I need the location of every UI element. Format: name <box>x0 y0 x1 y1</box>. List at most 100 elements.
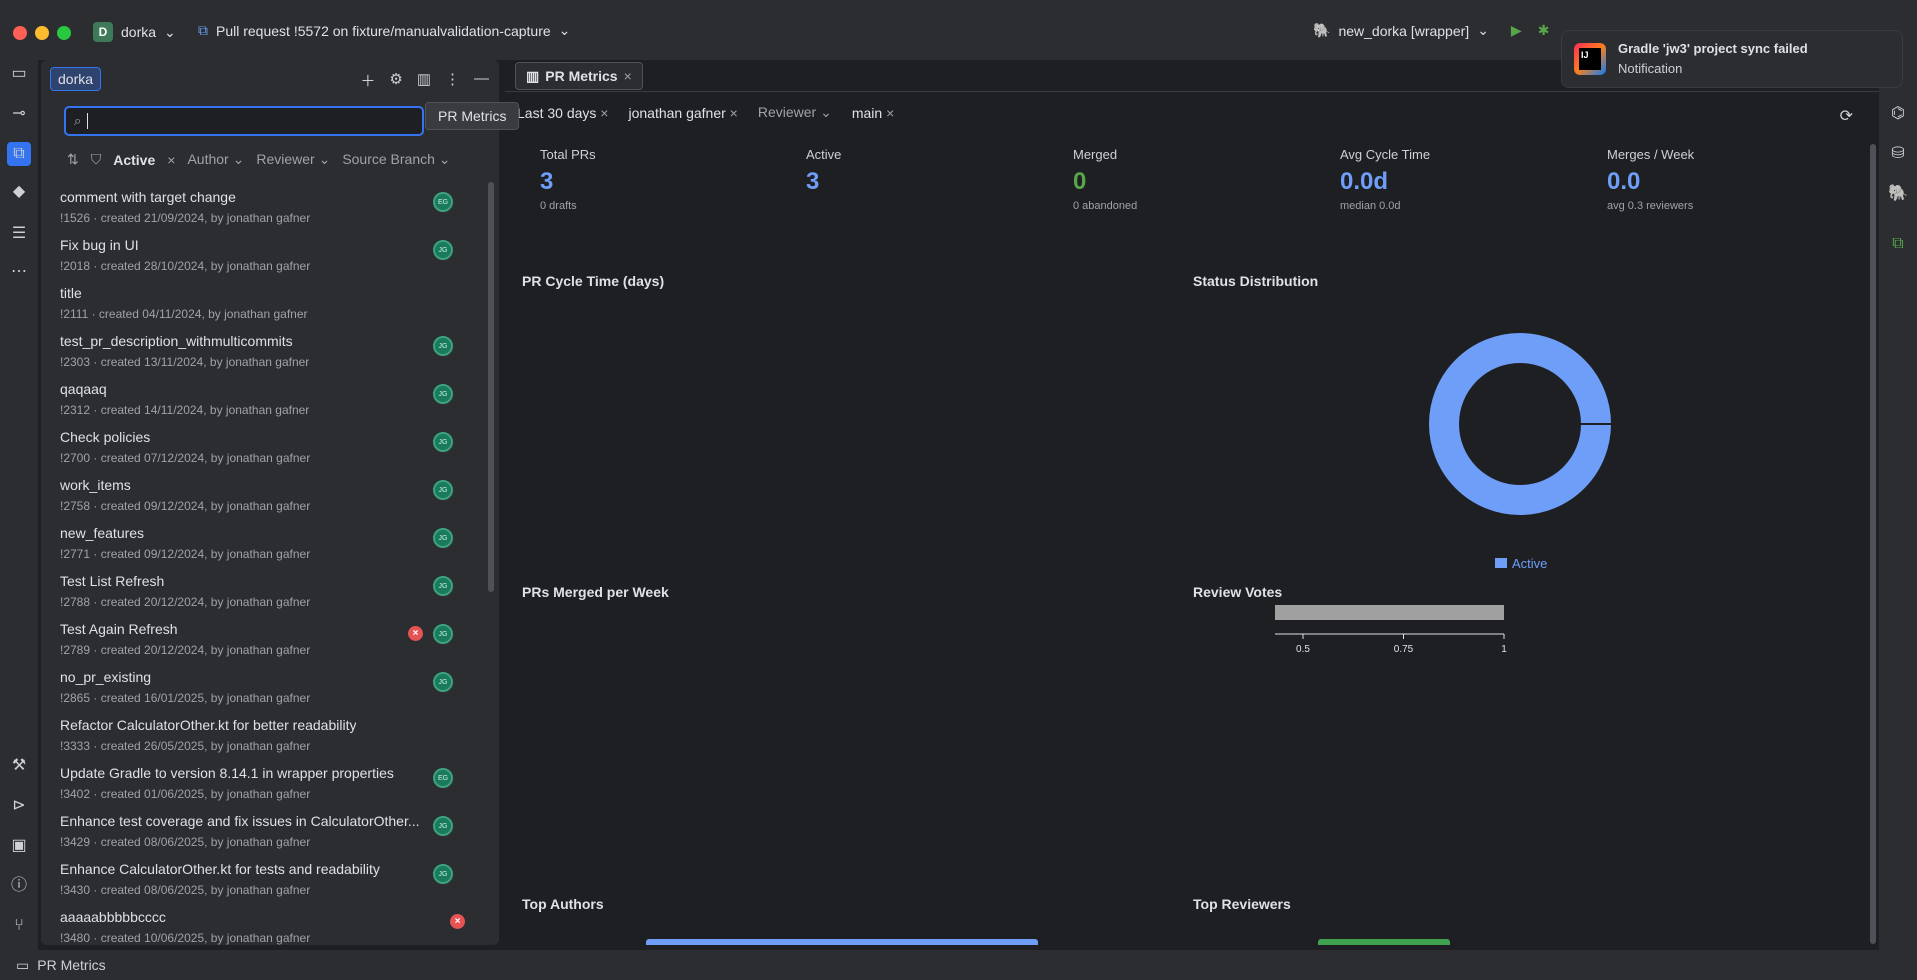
close-window-button[interactable] <box>13 26 27 40</box>
pull-request-item[interactable]: qaqaaq !2312 · created 14/11/2024, by jo… <box>41 376 481 424</box>
close-tab-icon[interactable]: × <box>624 68 632 84</box>
project-tag[interactable]: dorka <box>50 67 102 91</box>
filter-source-branch[interactable]: Source Branch ⌄ <box>342 151 450 168</box>
search-input[interactable]: ⌕ <box>64 106 424 136</box>
avatar: JG <box>433 432 453 452</box>
database-icon[interactable]: ⛁ <box>1888 144 1908 164</box>
pr-title: Enhance CalculatorOther.kt for tests and… <box>60 861 380 877</box>
more-icon[interactable]: ⋯ <box>9 262 29 282</box>
notification-popup[interactable]: IJ Gradle 'jw3' project sync failed Noti… <box>1561 30 1903 88</box>
pull-requests-icon[interactable]: ⧉ <box>7 142 31 166</box>
avatar: EG <box>433 192 453 212</box>
run-icon[interactable]: ▶ <box>1511 22 1522 39</box>
filter-author[interactable]: Author ⌄ <box>187 151 244 168</box>
pr-meta: !3430 · created 08/06/2025, by jonathan … <box>60 883 311 897</box>
commit-icon[interactable]: ⊸ <box>9 104 29 124</box>
pr-title: comment with target change <box>60 189 236 205</box>
pull-request-item[interactable]: Enhance CalculatorOther.kt for tests and… <box>41 856 481 904</box>
pull-request-item[interactable]: comment with target change !1526 · creat… <box>41 184 481 232</box>
list-scrollbar[interactable] <box>488 182 494 592</box>
debug-icon[interactable]: ✱ <box>1538 22 1550 39</box>
filter-icon[interactable]: ⛉ <box>91 151 102 168</box>
sort-icon[interactable]: ⇅ <box>67 151 79 168</box>
pr-meta: !3333 · created 26/05/2025, by jonathan … <box>60 739 311 753</box>
minimize-icon[interactable]: — <box>474 70 489 91</box>
refresh-icon[interactable]: ⟳ <box>1840 106 1853 126</box>
avatar: JG <box>433 672 453 692</box>
reviewer-filter[interactable]: Reviewer ⌄ <box>758 104 832 121</box>
pr-meta: !2111 · created 04/11/2024, by jonathan … <box>60 307 308 321</box>
pull-request-item[interactable]: Enhance test coverage and fix issues in … <box>41 808 481 856</box>
more-options-icon[interactable]: ⋮ <box>445 70 460 91</box>
pr-tool-icon[interactable]: ⧉ <box>1888 234 1908 254</box>
tab-pr-metrics[interactable]: ▥ PR Metrics × <box>515 62 643 90</box>
author-filter[interactable]: jonathan gafner × <box>628 105 737 121</box>
pr-meta: !2771 · created 09/12/2024, by jonathan … <box>60 547 311 561</box>
error-icon: × <box>408 626 423 641</box>
pull-request-item[interactable]: no_pr_existing !2865 · created 16/01/202… <box>41 664 481 712</box>
run-tool-icon[interactable]: ⊳ <box>9 796 29 816</box>
pr-meta: !1526 · created 21/09/2024, by jonathan … <box>60 211 311 225</box>
add-icon[interactable]: ＋ <box>360 70 375 91</box>
pr-meta: !2700 · created 07/12/2024, by jonathan … <box>60 451 311 465</box>
pull-request-selector[interactable]: ⧉ Pull request !5572 on fixture/manualva… <box>198 22 570 39</box>
status-donut-chart: Active <box>1429 333 1611 571</box>
filter-reviewer[interactable]: Reviewer ⌄ <box>256 151 330 168</box>
pr-meta: !2303 · created 13/11/2024, by jonathan … <box>60 355 310 369</box>
pull-request-item[interactable]: Update Gradle to version 8.14.1 in wrapp… <box>41 760 481 808</box>
project-name: dorka <box>121 24 157 40</box>
x-tick-label: 0.75 <box>1394 644 1414 655</box>
avatar: JG <box>433 384 453 404</box>
filter-active[interactable]: Active <box>113 152 155 168</box>
pull-request-item[interactable]: aaaaabbbbbcccc !3480 · created 10/06/202… <box>41 904 481 952</box>
pie-slice-active <box>1429 333 1611 515</box>
branch-filter[interactable]: main × <box>852 105 894 121</box>
avatar: EG <box>433 768 453 788</box>
metrics-scrollbar[interactable] <box>1870 144 1876 944</box>
pull-request-item[interactable]: Test Again Refresh !2789 · created 20/12… <box>41 616 481 664</box>
pull-request-item[interactable]: title !2111 · created 04/11/2024, by jon… <box>41 280 481 328</box>
pr-meta: !2018 · created 28/10/2024, by jonathan … <box>60 259 311 273</box>
pull-request-item[interactable]: Fix bug in UI !2018 · created 28/10/2024… <box>41 232 481 280</box>
project-selector[interactable]: D dorka ⌄ <box>93 22 176 42</box>
terminal-icon[interactable]: ▣ <box>9 836 29 856</box>
notification-subtitle: Notification <box>1618 61 1683 76</box>
problems-icon[interactable]: ⓘ <box>9 876 29 896</box>
x-tick-label: 0.5 <box>1296 644 1310 655</box>
metrics-icon[interactable]: ▥ <box>417 70 431 91</box>
structure-icon[interactable]: ☰ <box>9 224 29 244</box>
pull-request-list: comment with target change !1526 · creat… <box>41 184 481 952</box>
x-tick-label: 1 <box>1501 644 1507 655</box>
folder-icon[interactable]: ▭ <box>9 64 29 84</box>
review-votes-chart: No vote00.250.50.751 <box>1275 605 1507 655</box>
plugin-icon[interactable]: ◆ <box>9 182 29 202</box>
pull-request-item[interactable]: Test List Refresh !2788 · created 20/12/… <box>41 568 481 616</box>
cycle-time-title: PR Cycle Time (days) <box>522 273 665 289</box>
zoom-window-button[interactable] <box>57 26 71 40</box>
pull-request-item[interactable]: work_items !2758 · created 09/12/2024, b… <box>41 472 481 520</box>
pull-request-item[interactable]: test_pr_description_withmulticommits !23… <box>41 328 481 376</box>
panel-toolbar: ＋ ⚙ ▥ ⋮ — <box>360 70 489 91</box>
pull-request-item[interactable]: new_features !2771 · created 09/12/2024,… <box>41 520 481 568</box>
filter-bar: ⇅ ⛉ Active × Author ⌄ Reviewer ⌄ Source … <box>67 151 451 168</box>
pr-title: Check policies <box>60 429 151 445</box>
run-config-selector[interactable]: 🐘 new_dorka [wrapper] ⌄ ▶ ✱ <box>1313 22 1549 39</box>
avatar: JG <box>433 816 453 836</box>
pull-request-item[interactable]: Check policies !2700 · created 07/12/202… <box>41 424 481 472</box>
pr-meta: !2758 · created 09/12/2024, by jonathan … <box>60 499 311 513</box>
gradle-tool-icon[interactable]: 🐘 <box>1888 184 1908 204</box>
build-icon[interactable]: ⚒ <box>9 756 29 776</box>
gear-icon[interactable]: ⚙ <box>389 70 402 91</box>
ai-chat-icon[interactable]: ⌬ <box>1888 104 1908 124</box>
git-icon[interactable]: ⑂ <box>9 916 29 936</box>
status-label[interactable]: PR Metrics <box>37 957 105 973</box>
pull-request-item[interactable]: Refactor CalculatorOther.kt for better r… <box>41 712 481 760</box>
minimize-window-button[interactable] <box>35 26 49 40</box>
bar-no-vote <box>1275 605 1504 620</box>
stat-merges-per-week: Merges / Week 0.0 avg 0.3 reviewers <box>1607 147 1695 212</box>
pr-title: Update Gradle to version 8.14.1 in wrapp… <box>60 765 394 781</box>
range-filter[interactable]: Last 30 days × <box>517 105 608 121</box>
text-cursor <box>87 113 89 129</box>
clear-filter-icon[interactable]: × <box>167 152 175 168</box>
metrics-icon: ▥ <box>526 67 540 84</box>
